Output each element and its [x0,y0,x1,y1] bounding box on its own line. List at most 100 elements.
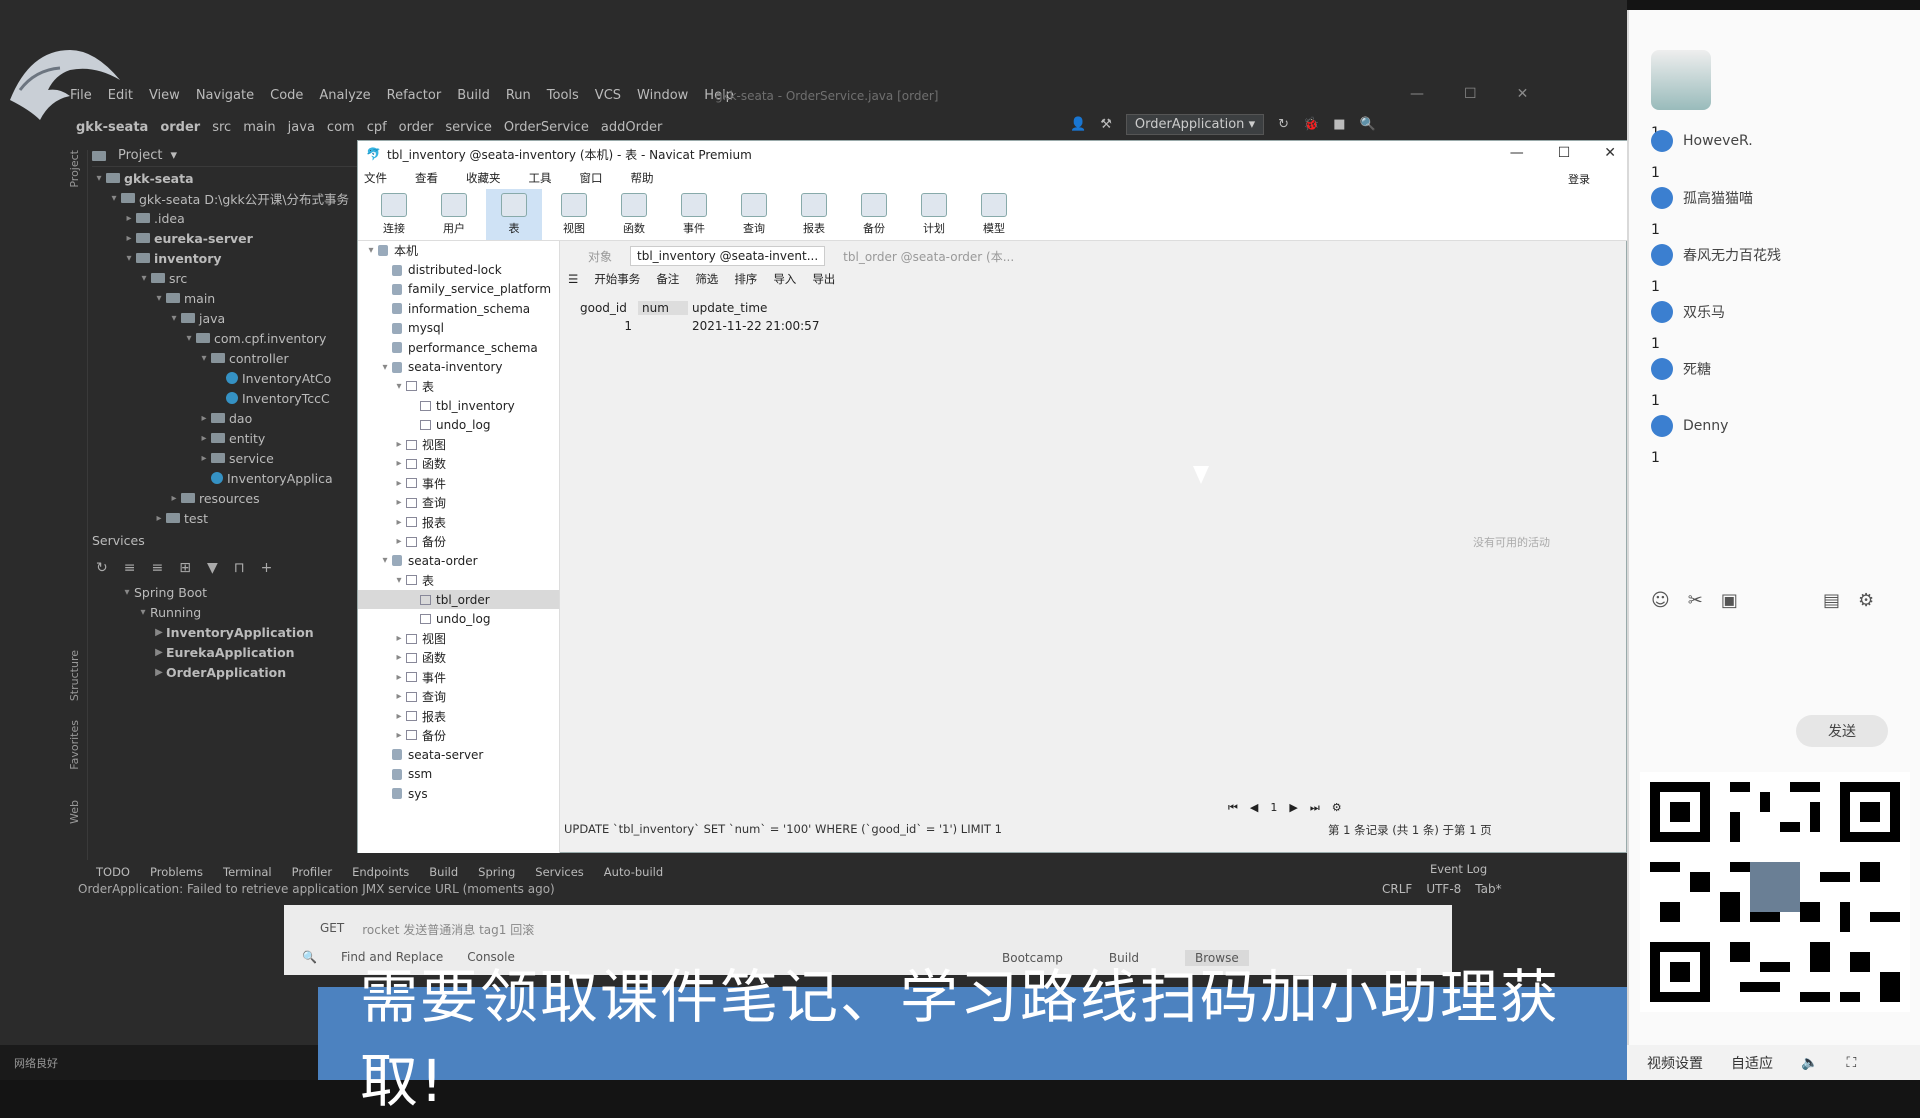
chevron-right-icon[interactable]: ▸ [392,536,406,547]
tool-tab-terminal[interactable]: Terminal [223,865,272,879]
maximize-icon[interactable]: ☐ [1558,145,1571,161]
event-log-tab[interactable]: Event Log [1430,862,1487,876]
group-icon[interactable]: ⊞ [179,560,191,576]
nav-item[interactable]: undo_log [358,609,559,628]
nav-item[interactable]: ▸ 函数 [358,648,559,667]
navicat-menu-item[interactable]: 帮助 [631,170,654,186]
toolbar-button[interactable]: 用户 [426,189,482,240]
menu-item-edit[interactable]: Edit [106,86,135,108]
settings-icon[interactable]: ⚙ [1332,801,1342,815]
nav-item[interactable]: sys [358,784,559,803]
chevron-down-icon[interactable]: ▾ [197,353,211,364]
tree-item[interactable]: InventoryTccC [92,388,357,408]
send-button[interactable]: 发送 [1796,715,1888,747]
chevron-right-icon[interactable]: ▸ [392,652,406,663]
breadcrumb-item[interactable]: cpf [367,120,387,135]
breadcrumb-item[interactable]: service [445,120,492,135]
chevron-down-icon[interactable]: ▾ [392,381,406,392]
chat-user[interactable]: 死糖 [1651,358,1711,380]
menu-item-tools[interactable]: Tools [545,86,581,108]
nav-item[interactable]: ▸ 查询 [358,493,559,512]
chevron-down-icon[interactable]: ▾ [107,193,121,204]
nav-item[interactable]: seata-server [358,745,559,764]
menu-item-build[interactable]: Build [455,86,492,108]
toolbar-button[interactable]: 视图 [546,189,602,240]
nav-item[interactable]: ▸ 视图 [358,629,559,648]
breadcrumb-item[interactable]: gkk-seata [76,120,148,135]
chat-user[interactable]: 孤高猫猫喵 [1651,187,1753,209]
chevron-right-icon[interactable]: ▸ [392,497,406,508]
chat-user[interactable]: Denny [1651,415,1728,437]
indent-setting[interactable]: Tab* [1475,882,1501,896]
nav-item[interactable]: tbl_order [358,590,559,610]
nav-item[interactable]: tbl_inventory [358,396,559,415]
tree-item[interactable]: ▸ entity [92,428,357,448]
grid-tool-button[interactable]: 备注 [656,271,679,287]
tool-tab-endpoints[interactable]: Endpoints [352,865,409,879]
run-config-dropdown[interactable]: OrderApplication ▾ [1125,114,1265,135]
tree-item[interactable]: ▸ service [92,448,357,468]
menu-item-code[interactable]: Code [268,86,305,108]
menu-item-window[interactable]: Window [635,86,690,108]
minimize-icon[interactable]: — [1510,145,1524,161]
nav-item[interactable]: undo_log [358,416,559,435]
scissors-icon[interactable]: ✂ [1688,590,1703,611]
service-item[interactable]: ▶ OrderApplication [120,662,314,682]
maximize-icon[interactable]: ☐ [1464,86,1477,102]
nav-item[interactable]: information_schema [358,299,559,318]
stop-icon[interactable]: ■ [1333,117,1345,132]
nav-item[interactable]: distributed-lock [358,260,559,279]
chevron-down-icon[interactable]: ▾ [364,245,378,256]
project-label[interactable]: Project [118,148,162,163]
tree-item[interactable]: ▾ inventory [92,248,357,268]
chevron-right-icon[interactable]: ▸ [197,433,211,444]
chevron-down-icon[interactable]: ▾ [167,313,181,324]
tool-tab-services[interactable]: Services [535,865,584,879]
first-page-icon[interactable]: ⏮ [1228,801,1238,815]
cell-good-id[interactable]: 1 [568,319,638,333]
grid-tool-button[interactable]: 筛选 [695,271,718,287]
column-header[interactable]: good_id [568,301,638,315]
breadcrumb-item[interactable]: order [399,120,434,135]
tab-favorites[interactable]: Favorites [68,720,81,770]
toolbar-button[interactable]: 备份 [846,189,902,240]
toolbar-button[interactable]: 事件 [666,189,722,240]
menu-item-vcs[interactable]: VCS [593,86,623,108]
service-item[interactable]: ▾ Spring Boot [120,582,314,602]
hammer-icon[interactable]: ⚒ [1100,117,1112,132]
search-icon[interactable]: 🔍 [1360,117,1376,132]
chat-user[interactable]: 春风无力百花残 [1651,244,1781,266]
chevron-down-icon[interactable]: ▾ [170,148,177,163]
tool-tab-build[interactable]: Build [429,865,458,879]
menu-item-file[interactable]: File [68,86,94,108]
expand-all-icon[interactable]: ≡ [124,560,136,576]
chevron-right-icon[interactable]: ▸ [392,458,406,469]
tab-project[interactable]: Project [68,150,81,188]
debug-icon[interactable]: 🐞 [1303,117,1319,132]
column-header[interactable]: update_time [688,301,828,315]
toolbar-button[interactable]: 函数 [606,189,662,240]
chevron-right-icon[interactable]: ▸ [392,691,406,702]
chevron-down-icon[interactable]: ▾ [378,362,392,373]
tab-tbl-inventory[interactable]: tbl_inventory @seata-invent... [630,246,826,266]
fullscreen-icon[interactable]: ⛶ [1846,1055,1856,1071]
chat-user[interactable]: HoweveR. [1651,130,1753,152]
settings-icon[interactable]: ⚙ [1858,590,1874,611]
add-icon[interactable]: + [261,560,273,576]
tree-item[interactable]: ▾ java [92,308,357,328]
adaptive-button[interactable]: 自适应 [1731,1053,1773,1073]
login-button[interactable]: 登录 [1568,171,1590,187]
nav-item[interactable]: ▸ 备份 [358,726,559,745]
tool-tab-spring[interactable]: Spring [478,865,515,879]
tree-item[interactable]: ▾ main [92,288,357,308]
last-page-icon[interactable]: ⏭ [1310,801,1320,815]
tree-item[interactable]: ▸ eureka-server [92,228,357,248]
toolbar-button[interactable]: 模型 [966,189,1022,240]
nav-item[interactable]: ▸ 函数 [358,454,559,473]
column-header[interactable]: num [638,301,688,315]
service-item[interactable]: ▶ InventoryApplication [120,622,314,642]
next-page-icon[interactable]: ▶ [1289,801,1297,815]
volume-icon[interactable]: 🔈 [1801,1055,1818,1071]
nav-item[interactable]: mysql [358,319,559,338]
navicat-menu-item[interactable]: 文件 [364,170,387,186]
